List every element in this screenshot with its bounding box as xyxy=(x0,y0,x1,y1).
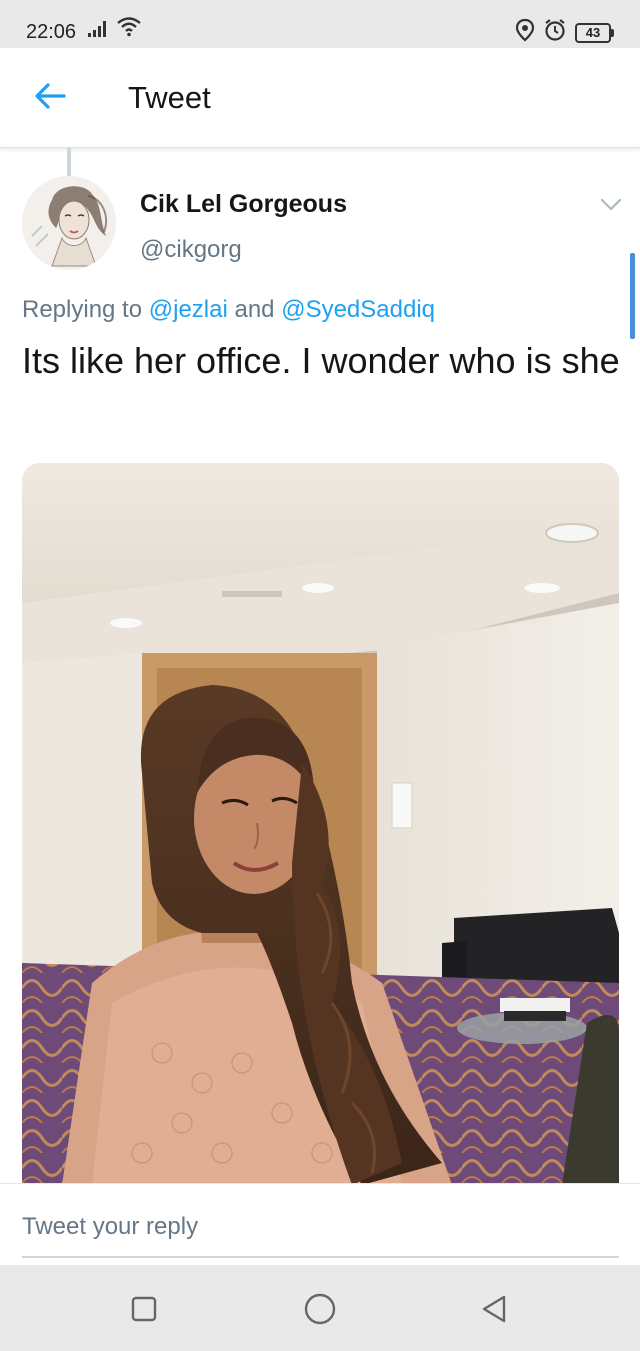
back-button[interactable] xyxy=(28,76,72,120)
alarm-icon xyxy=(543,18,567,47)
recents-button[interactable] xyxy=(126,1291,162,1327)
user-handle[interactable]: @cikgorg xyxy=(140,236,242,264)
more-options-button[interactable] xyxy=(596,192,626,216)
reply-bar xyxy=(0,1183,640,1265)
reply-input[interactable] xyxy=(22,1208,619,1258)
system-back-button[interactable] xyxy=(476,1291,512,1327)
status-time: 22:06 xyxy=(26,21,77,43)
battery-icon: 43 xyxy=(575,22,614,43)
battery-tip xyxy=(611,28,614,37)
photo-woman-in-office xyxy=(22,463,619,1185)
status-left-icons xyxy=(88,17,142,42)
system-nav-bar xyxy=(0,1265,640,1351)
battery-level: 43 xyxy=(575,22,611,43)
tweet-media-image[interactable] xyxy=(22,463,619,1185)
home-circle-icon xyxy=(302,1293,338,1331)
mention-syedsaddiq-link[interactable]: @SyedSaddiq xyxy=(281,296,435,323)
arrow-left-icon xyxy=(34,82,66,115)
signal-icon xyxy=(88,19,110,42)
avatar[interactable] xyxy=(22,176,116,270)
back-triangle-icon xyxy=(476,1295,512,1331)
page-title: Tweet xyxy=(128,80,211,115)
display-name[interactable]: Cik Lel Gorgeous xyxy=(140,190,347,219)
location-icon xyxy=(515,18,535,47)
avatar-portrait-illustration xyxy=(22,176,116,270)
app-bar: Tweet xyxy=(0,48,640,148)
home-button[interactable] xyxy=(302,1291,338,1327)
mention-conjunction: and xyxy=(227,296,282,323)
scrollbar[interactable] xyxy=(630,253,635,339)
replying-to-prefix: Replying to xyxy=(22,296,149,323)
wifi-icon xyxy=(116,15,142,42)
replying-to: Replying to @jezlai and @SyedSaddiq xyxy=(22,296,435,324)
status-bar: 22:06 43 xyxy=(0,0,640,48)
status-right-icons: 43 xyxy=(515,18,614,47)
tweet-text: Its like her office. I wonder who is she xyxy=(22,340,620,381)
recents-square-icon xyxy=(126,1296,162,1331)
thread-line xyxy=(67,148,71,176)
chevron-down-icon xyxy=(596,198,626,220)
mention-jezlai-link[interactable]: @jezlai xyxy=(149,296,228,323)
